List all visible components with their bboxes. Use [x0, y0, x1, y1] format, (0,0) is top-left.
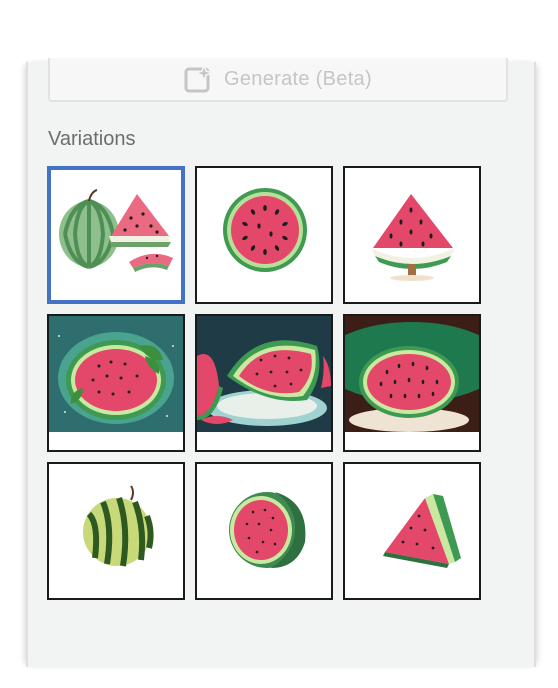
- variation-tile-7[interactable]: [47, 462, 185, 600]
- watermelon-half-leaves-icon: [49, 316, 183, 450]
- watermelon-round-slice-icon: [223, 188, 307, 272]
- watermelon-wedge-tree-icon: [371, 194, 455, 281]
- watermelon-halved-icon: [229, 492, 306, 568]
- generate-button[interactable]: Generate (Beta): [48, 58, 508, 102]
- variation-tile-6[interactable]: [343, 314, 481, 452]
- variation-tile-2[interactable]: [195, 166, 333, 304]
- variations-heading: Variations: [48, 128, 136, 150]
- watermelon-striped-whole-icon: [83, 485, 154, 567]
- generate-button-label: Generate (Beta): [224, 67, 372, 90]
- watermelon-whole-and-slices-icon: [59, 189, 173, 272]
- variation-tile-5[interactable]: [195, 314, 333, 452]
- variation-tile-1[interactable]: [47, 166, 185, 304]
- watermelon-slices-on-plate-icon: [197, 316, 331, 450]
- watermelon-wedge-icon: [383, 494, 461, 568]
- variation-tile-3[interactable]: [343, 166, 481, 304]
- variation-tile-9[interactable]: [343, 462, 481, 600]
- variation-tile-4[interactable]: [47, 314, 185, 452]
- watermelon-half-dark-icon: [345, 316, 479, 450]
- sparkle-icon: [184, 64, 215, 94]
- variation-tile-8[interactable]: [195, 462, 333, 600]
